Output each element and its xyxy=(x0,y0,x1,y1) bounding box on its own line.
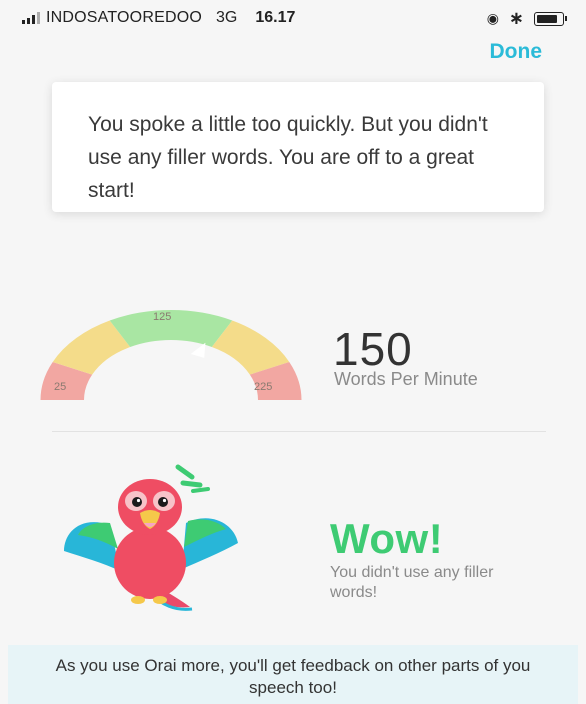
feedback-text: You spoke a little too quickly. But you … xyxy=(88,113,488,202)
battery-icon xyxy=(534,11,567,26)
words-per-minute-value: 150 xyxy=(333,323,413,375)
bluetooth-icon: ∗ xyxy=(508,8,524,28)
footer-banner: As you use Orai more, you'll get feedbac… xyxy=(8,645,578,704)
section-divider xyxy=(52,431,546,432)
status-bar: INDOSATOOREDOO 3G 16.17 ◉ ∗ xyxy=(0,0,586,34)
done-button[interactable]: Done xyxy=(490,40,543,64)
words-per-minute-label: Words Per Minute xyxy=(334,369,478,389)
feedback-card: You spoke a little too quickly. But you … xyxy=(52,82,544,212)
gauge-mid-label: 125 xyxy=(153,311,171,323)
status-time: 16.17 xyxy=(255,9,296,26)
parrot-mascot-icon xyxy=(64,464,238,611)
signal-strength-icon xyxy=(22,12,40,24)
carrier-name: INDOSATOOREDOO xyxy=(46,9,203,26)
gauge-max-label: 225 xyxy=(254,381,272,393)
filler-words-headline: Wow! xyxy=(330,515,444,562)
alarm-icon: ◉ xyxy=(486,10,499,26)
filler-words-message: You didn't use any filler words! xyxy=(330,564,494,601)
status-left: INDOSATOOREDOO 3G 16.17 xyxy=(22,9,295,27)
gauge-min-label: 25 xyxy=(54,381,66,393)
speech-rate-gauge: 25 125 225 xyxy=(40,310,302,400)
gauge-needle xyxy=(190,342,206,358)
footer-text: As you use Orai more, you'll get feedbac… xyxy=(55,656,531,697)
network-type: 3G xyxy=(216,9,238,26)
status-right: ◉ ∗ xyxy=(486,8,567,29)
